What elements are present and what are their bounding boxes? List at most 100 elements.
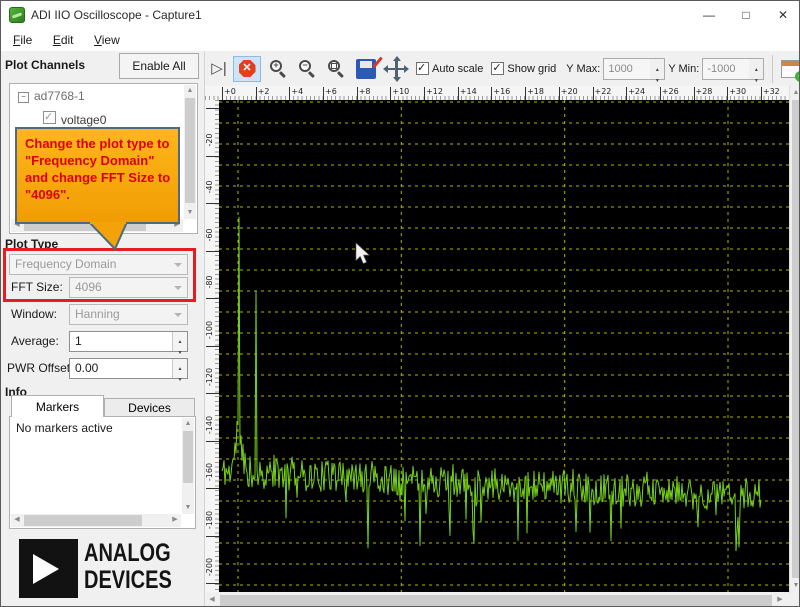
pan-button[interactable] bbox=[383, 55, 409, 82]
pwr-offset-spinbox[interactable]: 0.00 ▲ ▼ bbox=[69, 358, 188, 383]
spin-down-icon[interactable]: ▼ bbox=[173, 371, 187, 383]
info-vscroll-thumb[interactable] bbox=[183, 431, 193, 483]
pencil-icon bbox=[372, 56, 383, 68]
info-vscrollbar[interactable]: ▲ ▼ bbox=[182, 418, 194, 514]
scroll-up-icon[interactable]: ▲ bbox=[184, 85, 196, 97]
info-hscrollbar[interactable]: ◀ ▶ bbox=[11, 514, 181, 527]
menu-bar: File Edit View bbox=[1, 29, 799, 51]
app-window: ADI IIO Oscilloscope - Capture1 — □ ✕ Fi… bbox=[0, 0, 800, 607]
title-bar[interactable]: ADI IIO Oscilloscope - Capture1 — □ ✕ bbox=[1, 1, 799, 29]
close-button[interactable]: ✕ bbox=[765, 1, 799, 29]
device-name[interactable]: ad7768-1 bbox=[34, 89, 85, 103]
callout-text: Change the plot type to "Frequency Domai… bbox=[25, 136, 171, 202]
pwr-offset-value: 0.00 bbox=[75, 361, 99, 375]
plot-vscrollbar[interactable]: ▲ ▼ bbox=[789, 86, 799, 593]
show-grid-label: Show grid bbox=[507, 62, 557, 75]
x-tick bbox=[255, 87, 257, 100]
x-tick-label: +30 bbox=[729, 87, 747, 96]
plot-vscroll-thumb[interactable] bbox=[792, 100, 799, 578]
spin-up-icon[interactable]: ▲ bbox=[173, 360, 187, 372]
spin-up-icon[interactable]: ▲ bbox=[650, 60, 664, 73]
spinner-buttons[interactable]: ▲ ▼ bbox=[172, 359, 187, 383]
x-tick bbox=[424, 87, 426, 100]
y-max-spinbox[interactable]: 1000 ▲ ▼ bbox=[603, 57, 666, 84]
channel-checkbox[interactable] bbox=[43, 110, 56, 124]
y-min-value: -1000 bbox=[707, 62, 736, 75]
show-grid-checkbox[interactable] bbox=[491, 61, 505, 75]
y-tick-label: -100 bbox=[205, 320, 214, 339]
x-tick bbox=[693, 87, 695, 100]
zoom-fit-button[interactable] bbox=[326, 58, 348, 80]
spinner-buttons[interactable]: ▲ ▼ bbox=[749, 58, 764, 84]
plot-type-dropdown[interactable]: Frequency Domain bbox=[9, 254, 188, 275]
maximize-button[interactable]: □ bbox=[728, 1, 764, 29]
tab-devices[interactable]: Devices bbox=[104, 398, 195, 417]
scroll-down-icon[interactable]: ▼ bbox=[790, 580, 799, 592]
x-tick bbox=[390, 87, 392, 100]
scroll-left-icon[interactable]: ◀ bbox=[206, 594, 218, 606]
zoom-in-icon: + bbox=[273, 59, 279, 70]
stop-button[interactable]: ✕ bbox=[233, 55, 261, 82]
new-plot-button[interactable]: + bbox=[781, 59, 799, 82]
spin-down-icon[interactable]: ▼ bbox=[650, 71, 664, 84]
scroll-left-icon[interactable]: ◀ bbox=[11, 514, 23, 526]
chevron-down-icon bbox=[174, 263, 182, 267]
fft-plot[interactable] bbox=[219, 100, 789, 592]
zoom-out-button[interactable]: − bbox=[297, 58, 319, 80]
y-tick-label: -200 bbox=[205, 557, 214, 577]
fft-size-dropdown[interactable]: 4096 bbox=[69, 277, 188, 298]
plot-hscrollbar[interactable]: ◀ ▶ bbox=[205, 593, 799, 606]
x-tick-label: +28 bbox=[695, 87, 713, 96]
x-tick bbox=[222, 87, 223, 100]
plot-hscroll-thumb[interactable] bbox=[220, 595, 772, 606]
tree-vscroll-thumb[interactable] bbox=[185, 98, 195, 203]
toolbar-separator bbox=[772, 54, 774, 83]
menu-edit[interactable]: Edit bbox=[49, 32, 78, 48]
scroll-down-icon[interactable]: ▼ bbox=[184, 207, 196, 219]
average-value: 1 bbox=[75, 334, 82, 348]
auto-scale-checkbox[interactable] bbox=[416, 61, 429, 75]
spin-down-icon[interactable]: ▼ bbox=[173, 344, 187, 356]
scroll-up-icon[interactable]: ▲ bbox=[790, 87, 799, 99]
capture-play-button[interactable]: ▷| bbox=[209, 58, 229, 80]
y-tick-label: -160 bbox=[205, 462, 214, 482]
tree-vscrollbar[interactable]: ▲ ▼ bbox=[184, 85, 196, 219]
info-hscroll-thumb[interactable] bbox=[24, 515, 142, 526]
spinner-buttons[interactable]: ▲ ▼ bbox=[172, 332, 187, 356]
minimize-button[interactable]: — bbox=[691, 1, 727, 29]
y-ruler: +0 -20 -40 -60 -80 -100 -120 -140 -160 -180 -200 bbox=[205, 100, 219, 592]
spin-down-icon[interactable]: ▼ bbox=[749, 71, 763, 84]
x-tick-label: +24 bbox=[628, 87, 646, 96]
tree-expander-icon[interactable]: − bbox=[18, 92, 29, 103]
pwr-offset-label: PWR Offset: bbox=[7, 361, 74, 375]
spin-up-icon[interactable]: ▲ bbox=[173, 333, 187, 345]
zoom-out-icon: − bbox=[302, 59, 308, 70]
menu-view[interactable]: View bbox=[90, 32, 124, 48]
y-tick-label: -20 bbox=[205, 132, 214, 147]
menu-file[interactable]: File bbox=[9, 32, 36, 48]
zoom-in-button[interactable]: + bbox=[268, 58, 290, 80]
spin-up-icon[interactable]: ▲ bbox=[749, 60, 763, 73]
tab-markers[interactable]: Markers bbox=[11, 395, 104, 417]
analog-devices-logo-icon bbox=[19, 539, 78, 598]
window-label: Window: bbox=[11, 307, 58, 321]
x-tick bbox=[659, 87, 661, 100]
scroll-up-icon[interactable]: ▲ bbox=[182, 418, 194, 430]
scroll-right-icon[interactable]: ▶ bbox=[774, 594, 786, 606]
plot-toolbar: ▷| ✕ + − Auto scale Show grid Y Max: 100… bbox=[205, 51, 799, 86]
average-spinbox[interactable]: 1 ▲ ▼ bbox=[69, 331, 188, 356]
x-tick bbox=[626, 87, 628, 100]
scroll-right-icon[interactable]: ▶ bbox=[169, 514, 181, 526]
window-dropdown[interactable]: Hanning bbox=[69, 304, 188, 325]
zoom-fit-icon bbox=[331, 62, 337, 69]
scroll-down-icon[interactable]: ▼ bbox=[182, 502, 194, 514]
x-tick-label: +8 bbox=[358, 87, 371, 96]
spinner-buttons[interactable]: ▲ ▼ bbox=[650, 58, 665, 84]
save-button[interactable] bbox=[356, 56, 383, 79]
y-min-spinbox[interactable]: -1000 ▲ ▼ bbox=[702, 57, 765, 84]
enable-all-button[interactable]: Enable All bbox=[119, 53, 199, 79]
y-min-label: Y Min: bbox=[668, 62, 700, 75]
x-tick-label: +0 bbox=[224, 87, 236, 96]
x-tick bbox=[558, 87, 560, 100]
app-icon bbox=[9, 7, 25, 23]
